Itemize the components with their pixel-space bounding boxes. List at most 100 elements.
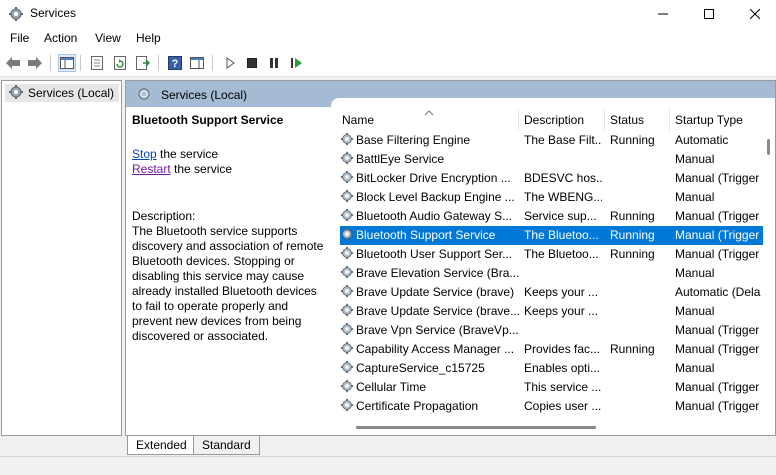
properties-icon[interactable]	[88, 54, 106, 72]
service-startup-type: Manual (Trigger	[675, 399, 760, 413]
service-row[interactable]: Cellular Time This service ... Manual (Tri…	[340, 378, 763, 397]
service-description-cell: Copies user ...	[524, 399, 602, 413]
restart-suffix: the service	[170, 162, 233, 176]
service-row[interactable]: Certificate Propagation Copies user ... Ma…	[340, 397, 763, 416]
menu-action[interactable]: Action	[44, 31, 77, 45]
horizontal-scrollbar[interactable]	[340, 422, 763, 434]
service-startup-type: Manual (Trigger	[675, 209, 760, 223]
tab-standard[interactable]: Standard	[193, 436, 260, 455]
service-description-cell: Provides fac...	[524, 342, 601, 356]
service-description-cell: Service sup...	[524, 209, 597, 223]
menu-bar: File Action View Help	[0, 27, 776, 50]
service-startup-type: Manual	[675, 361, 715, 375]
help-icon[interactable]: ?	[166, 54, 184, 72]
service-gear-icon	[340, 246, 354, 263]
column-divider[interactable]	[518, 109, 519, 131]
services-gear-icon	[136, 86, 152, 105]
pause-service-icon[interactable]	[265, 54, 283, 72]
service-gear-icon	[340, 284, 354, 301]
service-description: Description: The Bluetooth service suppo…	[132, 209, 330, 344]
console-tree: Services (Local)	[1, 80, 122, 436]
service-description-cell: The Base Filt...	[524, 133, 602, 147]
toolbar: ?	[0, 50, 776, 77]
service-name: Brave Update Service (brave)	[356, 285, 515, 299]
forward-arrow-icon[interactable]	[26, 54, 44, 72]
close-button[interactable]	[732, 0, 776, 27]
service-row[interactable]: Brave Vpn Service (BraveVp... Manual (Tri…	[340, 321, 763, 340]
services-gear-icon	[8, 84, 24, 103]
service-gear-icon	[340, 208, 354, 225]
service-row[interactable]: Brave Update Service (brave) Keeps your .…	[340, 283, 763, 302]
services-list: Name Description Status Startup Type Bas…	[340, 109, 763, 422]
svg-text:?: ?	[172, 58, 179, 70]
tree-item-services-local[interactable]: Services (Local)	[5, 84, 119, 102]
service-name: Bluetooth Audio Gateway S...	[356, 209, 513, 223]
service-row[interactable]: Capability Access Manager ... Provides fa…	[340, 340, 763, 359]
service-row[interactable]: Bluetooth Audio Gateway S... Service sup.…	[340, 207, 763, 226]
start-service-icon[interactable]	[221, 54, 239, 72]
service-description-cell: This service ...	[524, 380, 602, 394]
back-arrow-icon[interactable]	[4, 54, 22, 72]
service-startup-type: Manual	[675, 190, 715, 204]
service-row[interactable]: Brave Elevation Service (Bra... Manual	[340, 264, 763, 283]
toggle-panel-icon[interactable]	[188, 54, 206, 72]
column-header-description[interactable]: Description	[524, 109, 584, 131]
service-row[interactable]: Bluetooth Support Service The Bluetoo... R…	[340, 226, 763, 245]
refresh-icon[interactable]	[111, 54, 129, 72]
service-row[interactable]: BitLocker Drive Encryption ... BDESVC hos…	[340, 169, 763, 188]
service-startup-type: Automatic (Dela	[675, 285, 761, 299]
vertical-scrollbar[interactable]	[763, 109, 775, 422]
service-description-cell: BDESVC hos...	[524, 171, 602, 185]
service-gear-icon	[340, 189, 354, 206]
column-header-name[interactable]: Name	[342, 109, 374, 131]
column-divider[interactable]	[669, 109, 670, 131]
description-label: Description:	[132, 209, 196, 223]
service-gear-icon	[340, 341, 354, 358]
services-gear-icon	[8, 6, 24, 22]
service-gear-icon	[340, 132, 354, 149]
service-row[interactable]: Base Filtering Engine The Base Filt... Run…	[340, 131, 763, 150]
scrollbar-thumb[interactable]	[767, 139, 770, 155]
menu-help[interactable]: Help	[136, 31, 161, 45]
minimize-button[interactable]	[640, 0, 686, 27]
service-name: CaptureService_c15725	[356, 361, 485, 375]
service-gear-icon	[340, 151, 354, 168]
selected-service-title: Bluetooth Support Service	[132, 113, 284, 127]
service-gear-icon	[340, 303, 354, 320]
service-name: Brave Vpn Service (BraveVp...	[356, 323, 519, 337]
service-row[interactable]: Bluetooth User Support Ser... The Bluetoo…	[340, 245, 763, 264]
description-text: The Bluetooth service supports discovery…	[132, 224, 324, 343]
status-bar	[0, 456, 776, 475]
menu-file[interactable]: File	[10, 31, 29, 45]
column-header-startup-type[interactable]: Startup Type	[675, 109, 743, 131]
service-name: Bluetooth User Support Ser...	[356, 247, 513, 261]
pane-header-title: Services (Local)	[161, 88, 248, 102]
toolbar-separator	[80, 55, 81, 71]
column-header-status[interactable]: Status	[610, 109, 644, 131]
scrollbar-thumb[interactable]	[356, 426, 596, 429]
stop-service-icon[interactable]	[243, 54, 261, 72]
service-row[interactable]: BattlEye Service Manual	[340, 150, 763, 169]
service-row[interactable]: Brave Update Service (brave... Keeps your…	[340, 302, 763, 321]
restart-service-link[interactable]: Restart	[132, 162, 171, 176]
tab-extended[interactable]: Extended	[127, 436, 196, 455]
service-name: Bluetooth Support Service	[356, 228, 496, 242]
service-description-cell: The WBENG...	[524, 190, 602, 204]
stop-service-link[interactable]: Stop	[132, 147, 157, 161]
service-details: Bluetooth Support Service Stop the servi…	[132, 113, 330, 344]
restart-service-icon[interactable]	[288, 54, 306, 72]
service-description-cell: The Bluetoo...	[524, 228, 599, 242]
service-gear-icon	[340, 170, 354, 187]
service-row[interactable]: CaptureService_c15725 Enables opti... Manu…	[340, 359, 763, 378]
service-gear-icon	[340, 398, 354, 415]
show-hide-tree-icon[interactable]	[58, 54, 76, 72]
service-status: Running	[610, 209, 655, 223]
service-row[interactable]: Block Level Backup Engine ... The WBENG..…	[340, 188, 763, 207]
maximize-button[interactable]	[686, 0, 732, 27]
service-status: Running	[610, 342, 655, 356]
service-status: Running	[610, 133, 655, 147]
column-divider[interactable]	[604, 109, 605, 131]
export-list-icon[interactable]	[134, 54, 152, 72]
menu-view[interactable]: View	[95, 31, 121, 45]
sort-ascending-icon	[424, 109, 434, 120]
